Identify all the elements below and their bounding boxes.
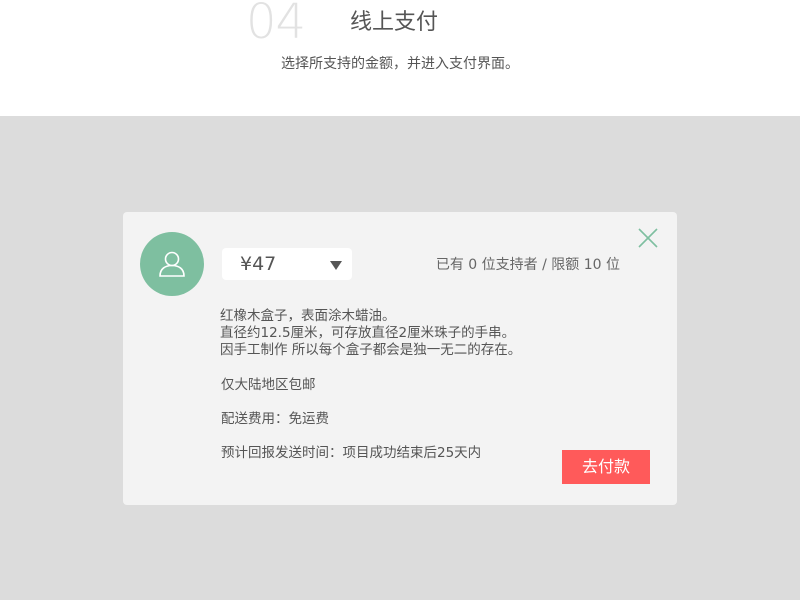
shipping-fee: 配送费用：免运费 xyxy=(221,411,329,427)
step-description: 选择所支持的金额，并进入支付界面。 xyxy=(281,56,519,72)
caret-down-icon xyxy=(330,261,342,270)
step-number: 04 xyxy=(246,0,306,50)
pay-button[interactable]: 去付款 xyxy=(562,450,650,484)
step-header: 04 线上支付 选择所支持的金额，并进入支付界面。 xyxy=(0,0,800,116)
amount-value: ¥47 xyxy=(240,253,277,275)
description-line: 直径约12.5厘米，可存放直径2厘米珠子的手串。 xyxy=(220,325,516,341)
step-title: 线上支付 xyxy=(350,10,439,35)
user-icon xyxy=(159,251,185,277)
close-icon xyxy=(638,228,658,248)
reward-description: 红橡木盒子，表面涂木蜡油。 直径约12.5厘米，可存放直径2厘米珠子的手串。 因… xyxy=(220,308,521,359)
supporters-info: 已有 0 位支持者 / 限额 10 位 xyxy=(435,257,620,273)
close-button[interactable] xyxy=(637,227,659,249)
description-line: 因手工制作 所以每个盒子都会是独一无二的存在。 xyxy=(220,342,522,358)
payment-modal: ¥47 已有 0 位支持者 / 限额 10 位 红橡木盒子，表面涂木蜡油。 直径… xyxy=(123,212,677,505)
shipping-region: 仅大陆地区包邮 xyxy=(221,377,316,393)
avatar xyxy=(140,232,204,296)
amount-dropdown[interactable]: ¥47 xyxy=(222,248,352,280)
description-line: 红橡木盒子，表面涂木蜡油。 xyxy=(220,308,396,324)
delivery-time: 预计回报发送时间：项目成功结束后25天内 xyxy=(221,445,482,461)
